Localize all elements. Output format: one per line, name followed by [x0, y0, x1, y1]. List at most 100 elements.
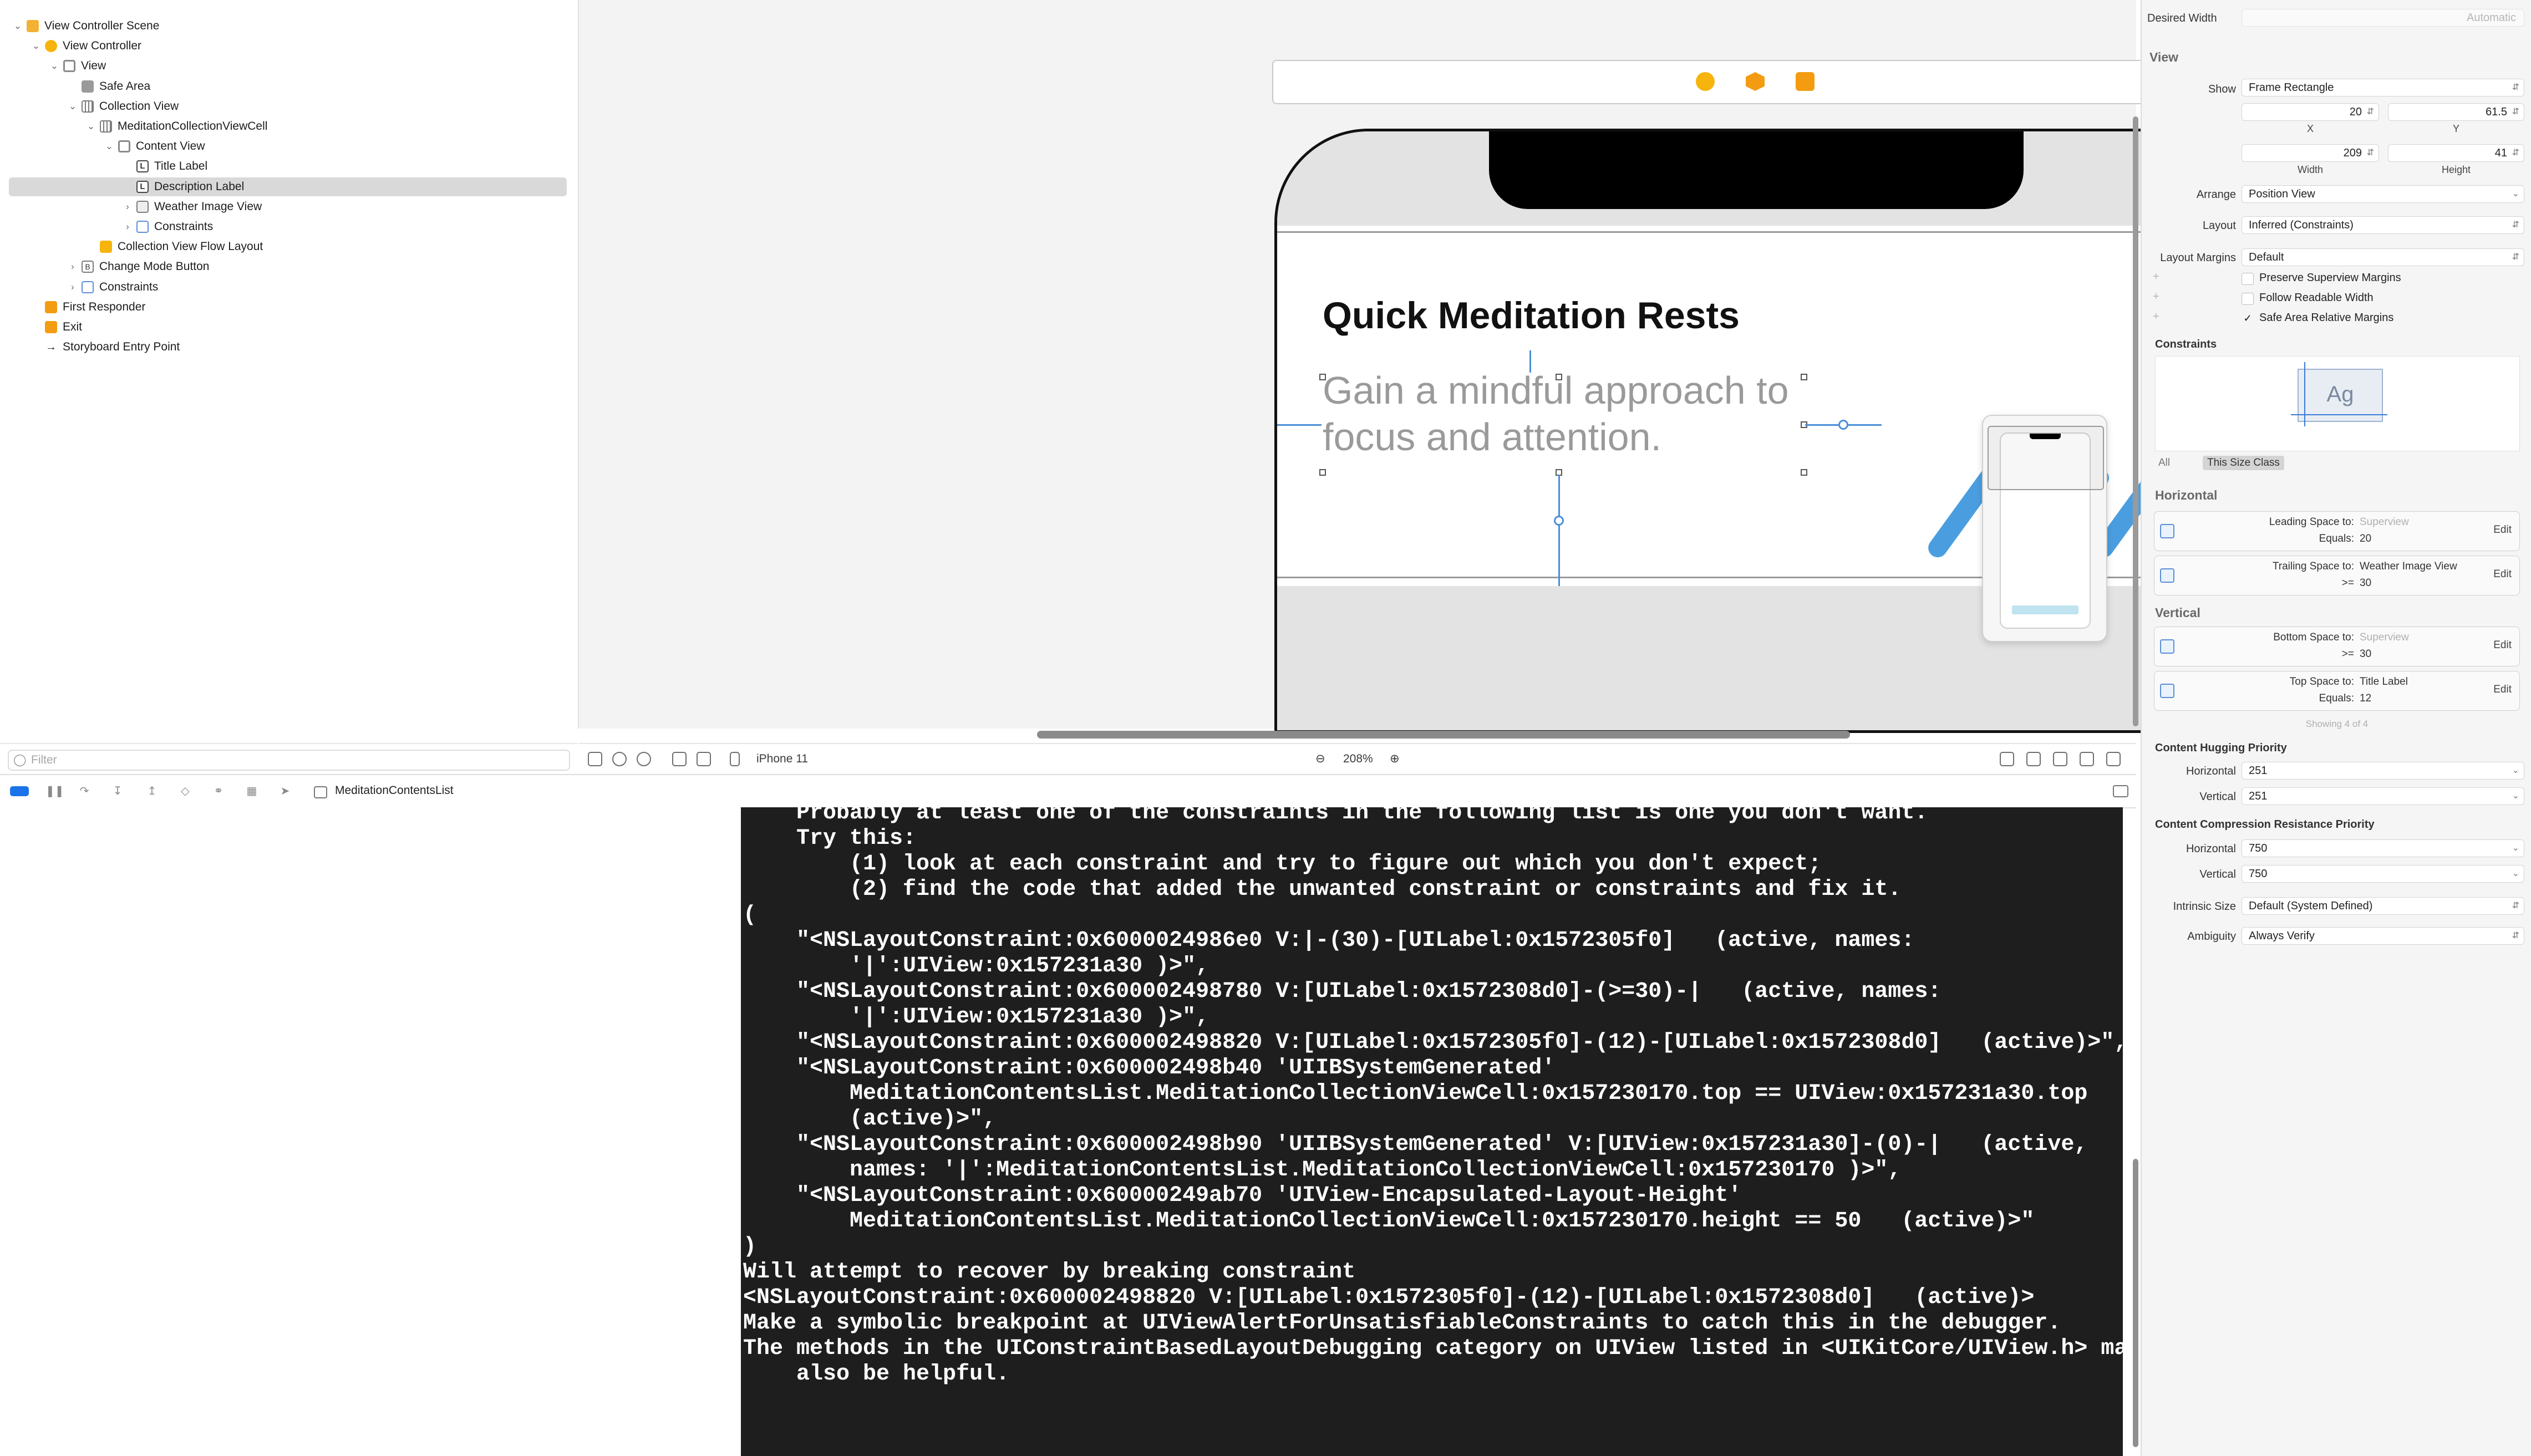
- outline-item[interactable]: L Title Label: [0, 157, 578, 176]
- constraint-row[interactable]: Top Space to: Title Label Equals: 12 Edit: [2154, 671, 2520, 711]
- plus-icon[interactable]: +: [2153, 291, 2159, 303]
- accessibility-icon[interactable]: [612, 752, 627, 766]
- view-controller-dock-icon[interactable]: [1696, 72, 1715, 91]
- step-out-icon[interactable]: ↥: [145, 785, 159, 797]
- interface-builder-canvas[interactable]: Quick Meditation Rests Gain a mindful ap…: [579, 0, 2237, 733]
- hugging-vertical-field[interactable]: 251 ⌄: [2242, 787, 2524, 805]
- disclosure-closed-icon[interactable]: ›: [67, 257, 78, 276]
- variables-view[interactable]: [0, 807, 740, 1456]
- outline-item[interactable]: ⌄ Content View: [0, 137, 578, 156]
- constraint-row[interactable]: Trailing Space to: Weather Image View >= 30…: [2154, 556, 2520, 595]
- breakpoints-toggle[interactable]: [10, 786, 29, 796]
- align-icon[interactable]: [2026, 752, 2041, 766]
- orientation-icon[interactable]: [672, 752, 687, 766]
- outline-item[interactable]: ⌄ View Controller Scene: [0, 17, 578, 35]
- minimap-viewport[interactable]: [1988, 426, 2104, 490]
- canvas-horizontal-scrollbar[interactable]: [1037, 731, 1850, 739]
- constraint-line-leading[interactable]: [1277, 424, 1322, 426]
- readable-width-checkbox[interactable]: [2242, 293, 2254, 305]
- disclosure-open-icon[interactable]: ⌄: [49, 57, 60, 75]
- constraint-row[interactable]: Bottom Space to: Superview >= 30 Edit: [2154, 627, 2520, 666]
- environment-overrides-icon[interactable]: ▦: [245, 785, 258, 797]
- device-name[interactable]: iPhone 11: [756, 750, 808, 768]
- disclosure-open-icon[interactable]: ⌄: [104, 137, 115, 156]
- outline-item[interactable]: › Constraints: [0, 217, 578, 236]
- x-field[interactable]: 20 ⇵: [2242, 103, 2379, 121]
- constraint-line-bottom[interactable]: [1558, 475, 1560, 591]
- layout-select[interactable]: Inferred (Constraints) ⇵: [2242, 216, 2524, 234]
- disclosure-closed-icon[interactable]: ›: [122, 217, 133, 236]
- resize-handle[interactable]: [1319, 469, 1326, 476]
- memory-graph-icon[interactable]: ⚭: [212, 785, 225, 797]
- constraint-edit-button[interactable]: Edit: [2493, 639, 2512, 651]
- outline-item[interactable]: Safe Area: [0, 77, 578, 96]
- outline-item[interactable]: › Weather Image View: [0, 197, 578, 216]
- constraint-edit-button[interactable]: Edit: [2493, 684, 2512, 696]
- width-field[interactable]: 209 ⇵: [2242, 144, 2379, 162]
- intrinsic-size-select[interactable]: Default (System Defined) ⇵: [2242, 897, 2524, 915]
- view-hierarchy-icon[interactable]: ◇: [179, 785, 192, 797]
- simulate-location-icon[interactable]: ➤: [278, 785, 292, 797]
- debug-console[interactable]: Probably at least one of the constraints…: [741, 807, 2123, 1456]
- disclosure-open-icon[interactable]: ⌄: [85, 117, 96, 136]
- panel-toggle-icon[interactable]: [2113, 785, 2128, 797]
- outline-item[interactable]: ⌄ MeditationCollectionViewCell: [0, 117, 578, 136]
- resize-handle[interactable]: [1556, 374, 1562, 380]
- preserve-margins-checkbox[interactable]: [2242, 273, 2254, 285]
- outline-item[interactable]: L Description Label: [0, 177, 578, 196]
- outline-item[interactable]: Exit: [0, 318, 578, 337]
- tab-this-size-class[interactable]: This Size Class: [2203, 456, 2284, 470]
- hugging-horizontal-field[interactable]: 251 ⌄: [2242, 762, 2524, 780]
- ambiguity-select[interactable]: Always Verify ⇵: [2242, 927, 2524, 945]
- resize-handle[interactable]: [1801, 374, 1807, 380]
- layout-icon[interactable]: [697, 752, 711, 766]
- zoom-in-icon[interactable]: ⊕: [1390, 750, 1400, 768]
- safe-area-margins-checkbox[interactable]: ✓: [2242, 313, 2254, 325]
- outline-filter-input[interactable]: ◯ Filter: [8, 750, 570, 771]
- first-responder-dock-icon[interactable]: [1746, 72, 1765, 91]
- constraint-indicator[interactable]: [1838, 420, 1848, 430]
- resize-handle[interactable]: [1319, 374, 1326, 380]
- cell-title-label[interactable]: Quick Meditation Rests: [1323, 294, 1740, 337]
- outline-item[interactable]: ⌄ View: [0, 57, 578, 75]
- outline-item[interactable]: › Constraints: [0, 278, 578, 297]
- constraint-line-top[interactable]: [1529, 350, 1531, 373]
- disclosure-open-icon[interactable]: ⌄: [31, 37, 42, 55]
- outline-item[interactable]: ⌄ View Controller: [0, 37, 578, 55]
- show-select[interactable]: Frame Rectangle ⇵: [2242, 79, 2524, 96]
- layout-margins-select[interactable]: Default ⇵: [2242, 248, 2524, 266]
- canvas-vertical-scrollbar[interactable]: [2133, 116, 2138, 726]
- outline-item[interactable]: First Responder: [0, 298, 578, 317]
- constraint-indicator[interactable]: [1554, 516, 1564, 526]
- add-constraints-icon[interactable]: [2053, 752, 2067, 766]
- pause-icon[interactable]: ❚❚: [45, 785, 64, 797]
- outline-item[interactable]: → Storyboard Entry Point: [0, 338, 578, 357]
- resize-handle[interactable]: [1801, 469, 1807, 476]
- appearance-icon[interactable]: [637, 752, 651, 766]
- constraints-diagram[interactable]: Ag: [2155, 356, 2520, 451]
- compression-horizontal-field[interactable]: 750 ⌄: [2242, 839, 2524, 857]
- disclosure-open-icon[interactable]: ⌄: [67, 97, 78, 116]
- constraint-edit-button[interactable]: Edit: [2493, 568, 2512, 581]
- compression-vertical-field[interactable]: 750 ⌄: [2242, 865, 2524, 883]
- step-into-icon[interactable]: ↧: [111, 785, 124, 797]
- stepper-icon[interactable]: ⇵: [2512, 145, 2519, 161]
- outline-item[interactable]: › B Change Mode Button: [0, 257, 578, 276]
- constraint-edit-button[interactable]: Edit: [2493, 524, 2512, 536]
- outline-item[interactable]: Collection View Flow Layout: [0, 237, 578, 256]
- outline-item[interactable]: ⌄ Collection View: [0, 97, 578, 116]
- desired-width-field[interactable]: Automatic: [2242, 9, 2524, 27]
- device-icon[interactable]: [730, 752, 740, 766]
- constraint-row[interactable]: Leading Space to: Superview Equals: 20 Edit: [2154, 511, 2520, 551]
- disclosure-closed-icon[interactable]: ›: [122, 197, 133, 216]
- plus-icon[interactable]: +: [2153, 310, 2159, 323]
- stepper-icon[interactable]: ⇵: [2367, 104, 2374, 120]
- stepper-icon[interactable]: ⇵: [2367, 145, 2374, 161]
- exit-dock-icon[interactable]: [1796, 72, 1815, 91]
- plus-icon[interactable]: +: [2153, 271, 2159, 283]
- height-field[interactable]: 41 ⇵: [2388, 144, 2524, 162]
- stepper-icon[interactable]: ⇵: [2512, 104, 2519, 120]
- arrange-select[interactable]: Position View ⌄: [2242, 185, 2524, 203]
- y-field[interactable]: 61.5 ⇵: [2388, 103, 2524, 121]
- zoom-out-icon[interactable]: ⊖: [1315, 750, 1325, 768]
